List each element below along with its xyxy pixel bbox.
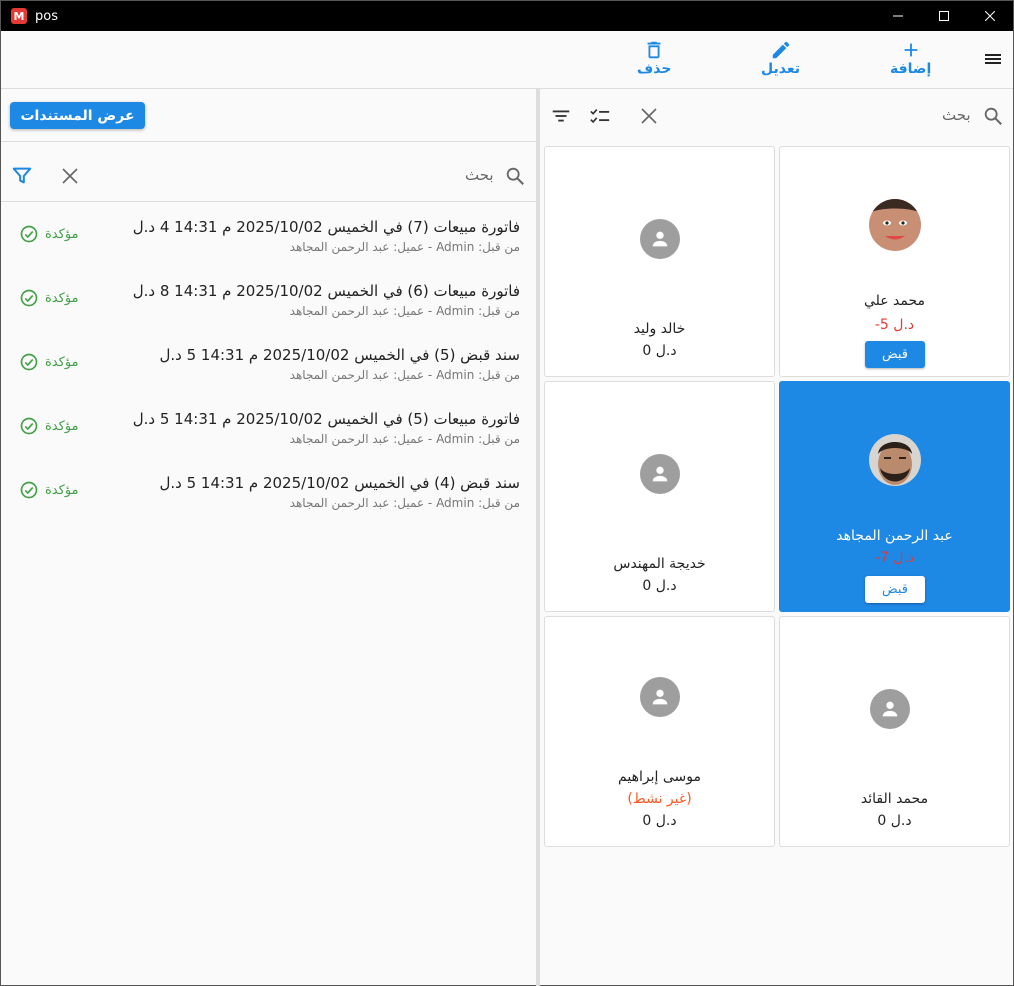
check-circle-icon [20, 353, 38, 371]
document-meta: من قبل: Admin - عميل: عبد الرحمن المجاهد [289, 368, 520, 382]
customer-balance: -5 د.ل [874, 317, 915, 333]
filter-funnel-icon[interactable] [11, 165, 33, 187]
customer-card[interactable]: محمد القائد 0 د.ل [779, 616, 1010, 847]
document-meta: من قبل: Admin - عميل: عبد الرحمن المجاهد [289, 240, 520, 254]
edit-label: تعديل [761, 61, 800, 77]
customer-name: محمد القائد [860, 791, 929, 807]
list-item[interactable]: فاتورة مبيعات (7) في الخميس 2025/10/02 م… [1, 202, 536, 266]
documents-search-input[interactable]: بحث [465, 166, 494, 184]
customer-photo-icon [869, 434, 921, 486]
status-badge: مؤكدة [19, 288, 79, 308]
window-title: pos [35, 8, 58, 24]
document-meta: من قبل: Admin - عميل: عبد الرحمن المجاهد [289, 496, 520, 510]
list-item[interactable]: سند قبض (4) في الخميس 2025/10/02 م 14:31… [1, 458, 536, 522]
customer-name: موسى إبراهيم [618, 769, 701, 785]
customer-name: عبد الرحمن المجاهد [836, 528, 953, 544]
title-bar: M pos [1, 1, 1013, 31]
person-icon [882, 701, 898, 717]
delete-label: حذف [637, 61, 672, 77]
maximize-icon [939, 11, 949, 21]
customer-balance: 0 د.ل [877, 813, 912, 829]
person-icon [652, 689, 668, 705]
list-item[interactable]: فاتورة مبيعات (6) في الخميس 2025/10/02 م… [1, 266, 536, 330]
add-label: إضافة [890, 61, 932, 77]
avatar [640, 454, 680, 494]
status-badge: مؤكدة [19, 352, 79, 372]
customer-card[interactable]: محمد علي -5 د.ل قبض [779, 146, 1010, 377]
window-controls [875, 1, 1013, 31]
document-title: سند قبض (5) في الخميس 2025/10/02 م 14:31… [159, 346, 520, 364]
avatar [640, 677, 680, 717]
customer-name: خالد وليد [633, 321, 686, 337]
inactive-status: (غير نشط) [627, 791, 692, 807]
toolbar: حذف تعديل إضافة [1, 31, 1013, 89]
list-item[interactable]: سند قبض (5) في الخميس 2025/10/02 م 14:31… [1, 330, 536, 394]
customer-balance: -7 د.ل [874, 550, 915, 566]
customer-card[interactable]: خديجة المهندس 0 د.ل [544, 381, 775, 612]
receive-payment-button[interactable]: قبض [865, 341, 925, 368]
customers-search-bar: بحث [540, 95, 1013, 135]
checklist-icon[interactable] [588, 105, 612, 127]
maximize-button[interactable] [921, 1, 967, 31]
customers-search-input[interactable]: بحث [942, 106, 971, 124]
clear-search-icon[interactable] [640, 107, 658, 125]
status-badge: مؤكدة [19, 480, 79, 500]
check-circle-icon [20, 417, 38, 435]
receive-payment-button[interactable]: قبض [865, 576, 925, 603]
customer-balance: 0 د.ل [642, 578, 677, 594]
menu-icon[interactable] [983, 50, 1003, 70]
pencil-icon [772, 41, 789, 59]
minimize-button[interactable] [875, 1, 921, 31]
documents-pane: عرض المستندات بحث فاتورة مبيعات (7) في ا… [1, 89, 536, 986]
divider [1, 141, 536, 142]
document-title: سند قبض (4) في الخميس 2025/10/02 م 14:31… [159, 474, 520, 492]
avatar [640, 219, 680, 259]
customer-name: خديجة المهندس [613, 556, 706, 572]
trash-icon [647, 41, 661, 59]
customer-photo-icon [869, 199, 921, 251]
person-icon [652, 231, 668, 247]
list-item[interactable]: فاتورة مبيعات (5) في الخميس 2025/10/02 م… [1, 394, 536, 458]
sort-filter-icon[interactable] [550, 105, 572, 127]
status-badge: مؤكدة [19, 224, 79, 244]
delete-button[interactable]: حذف [637, 39, 671, 77]
avatar [869, 199, 921, 251]
customer-balance: 0 د.ل [642, 343, 677, 359]
documents-list: فاتورة مبيعات (7) في الخميس 2025/10/02 م… [1, 202, 536, 522]
minimize-icon [893, 15, 903, 17]
document-title: فاتورة مبيعات (5) في الخميس 2025/10/02 م… [132, 410, 520, 428]
document-meta: من قبل: Admin - عميل: عبد الرحمن المجاهد [289, 432, 520, 446]
search-icon [506, 167, 524, 185]
avatar [869, 434, 921, 486]
customer-card-selected[interactable]: عبد الرحمن المجاهد -7 د.ل قبض [779, 381, 1010, 612]
app-window: M pos حذف تعديل إضافة عرض المستندات بحث … [0, 0, 1014, 986]
status-badge: مؤكدة [19, 416, 79, 436]
edit-button[interactable]: تعديل [761, 39, 800, 77]
customer-balance: 0 د.ل [642, 813, 677, 829]
view-documents-button[interactable]: عرض المستندات [10, 102, 145, 129]
documents-search-bar: بحث [1, 155, 536, 195]
add-button[interactable]: إضافة [890, 39, 931, 77]
person-icon [652, 466, 668, 482]
document-title: فاتورة مبيعات (7) في الخميس 2025/10/02 م… [132, 218, 520, 236]
app-logo-icon: M [11, 8, 27, 24]
clear-search-icon[interactable] [61, 167, 79, 185]
check-circle-icon [20, 289, 38, 307]
check-circle-icon [20, 481, 38, 499]
customer-card[interactable]: خالد وليد 0 د.ل [544, 146, 775, 377]
customer-name: محمد علي [863, 293, 926, 309]
customer-card[interactable]: موسى إبراهيم (غير نشط) 0 د.ل [544, 616, 775, 847]
close-icon [985, 11, 995, 21]
document-title: فاتورة مبيعات (6) في الخميس 2025/10/02 م… [132, 282, 520, 300]
search-icon [984, 107, 1002, 125]
close-window-button[interactable] [967, 1, 1013, 31]
plus-icon [904, 43, 918, 57]
check-circle-icon [20, 225, 38, 243]
customers-pane: بحث محمد علي -5 د.ل قبض خالد وليد 0 د.ل … [540, 89, 1013, 986]
document-meta: من قبل: Admin - عميل: عبد الرحمن المجاهد [289, 304, 520, 318]
avatar [870, 689, 910, 729]
